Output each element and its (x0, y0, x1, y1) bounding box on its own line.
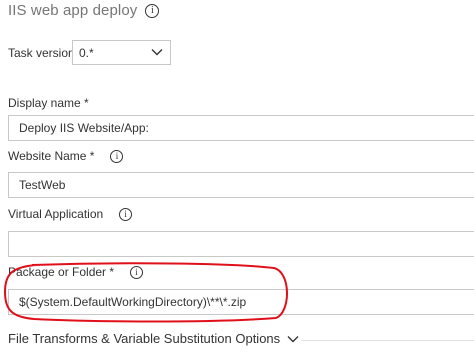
chevron-down-icon (151, 49, 163, 56)
info-icon[interactable] (130, 265, 144, 279)
task-settings-panel: IIS web app deploy Task version 0.* Disp… (0, 0, 474, 359)
package-or-folder-value: $(System.DefaultWorkingDirectory)\**\*.z… (19, 295, 247, 309)
virtual-application-label: Virtual Application (8, 207, 104, 221)
info-icon[interactable] (119, 207, 133, 221)
package-or-folder-field[interactable]: $(System.DefaultWorkingDirectory)\**\*.z… (8, 289, 474, 315)
virtual-application-field[interactable] (8, 231, 474, 257)
section-divider (302, 340, 474, 341)
task-version-value: 0.* (79, 46, 94, 60)
chevron-down-icon (287, 335, 299, 342)
info-icon[interactable] (145, 3, 160, 18)
info-icon[interactable] (110, 149, 124, 163)
display-name-label: Display name * (8, 96, 89, 110)
virtual-application-label-row: Virtual Application (8, 207, 133, 221)
page-title: IIS web app deploy (8, 2, 138, 19)
display-name-value: Deploy IIS Website/App: (19, 121, 149, 135)
website-name-field[interactable]: TestWeb (8, 172, 474, 198)
file-transforms-section-header[interactable]: File Transforms & Variable Substitution … (8, 331, 299, 346)
display-name-field[interactable]: Deploy IIS Website/App: (8, 115, 474, 141)
section-title: File Transforms & Variable Substitution … (8, 331, 281, 346)
title-row: IIS web app deploy (8, 2, 160, 19)
website-name-label: Website Name * (8, 149, 95, 163)
package-or-folder-label: Package or Folder * (8, 265, 115, 279)
website-name-label-row: Website Name * (8, 149, 124, 163)
website-name-value: TestWeb (19, 178, 66, 192)
package-or-folder-label-row: Package or Folder * (8, 265, 144, 279)
task-version-select[interactable]: 0.* (72, 40, 171, 65)
task-version-label: Task version (8, 46, 75, 60)
